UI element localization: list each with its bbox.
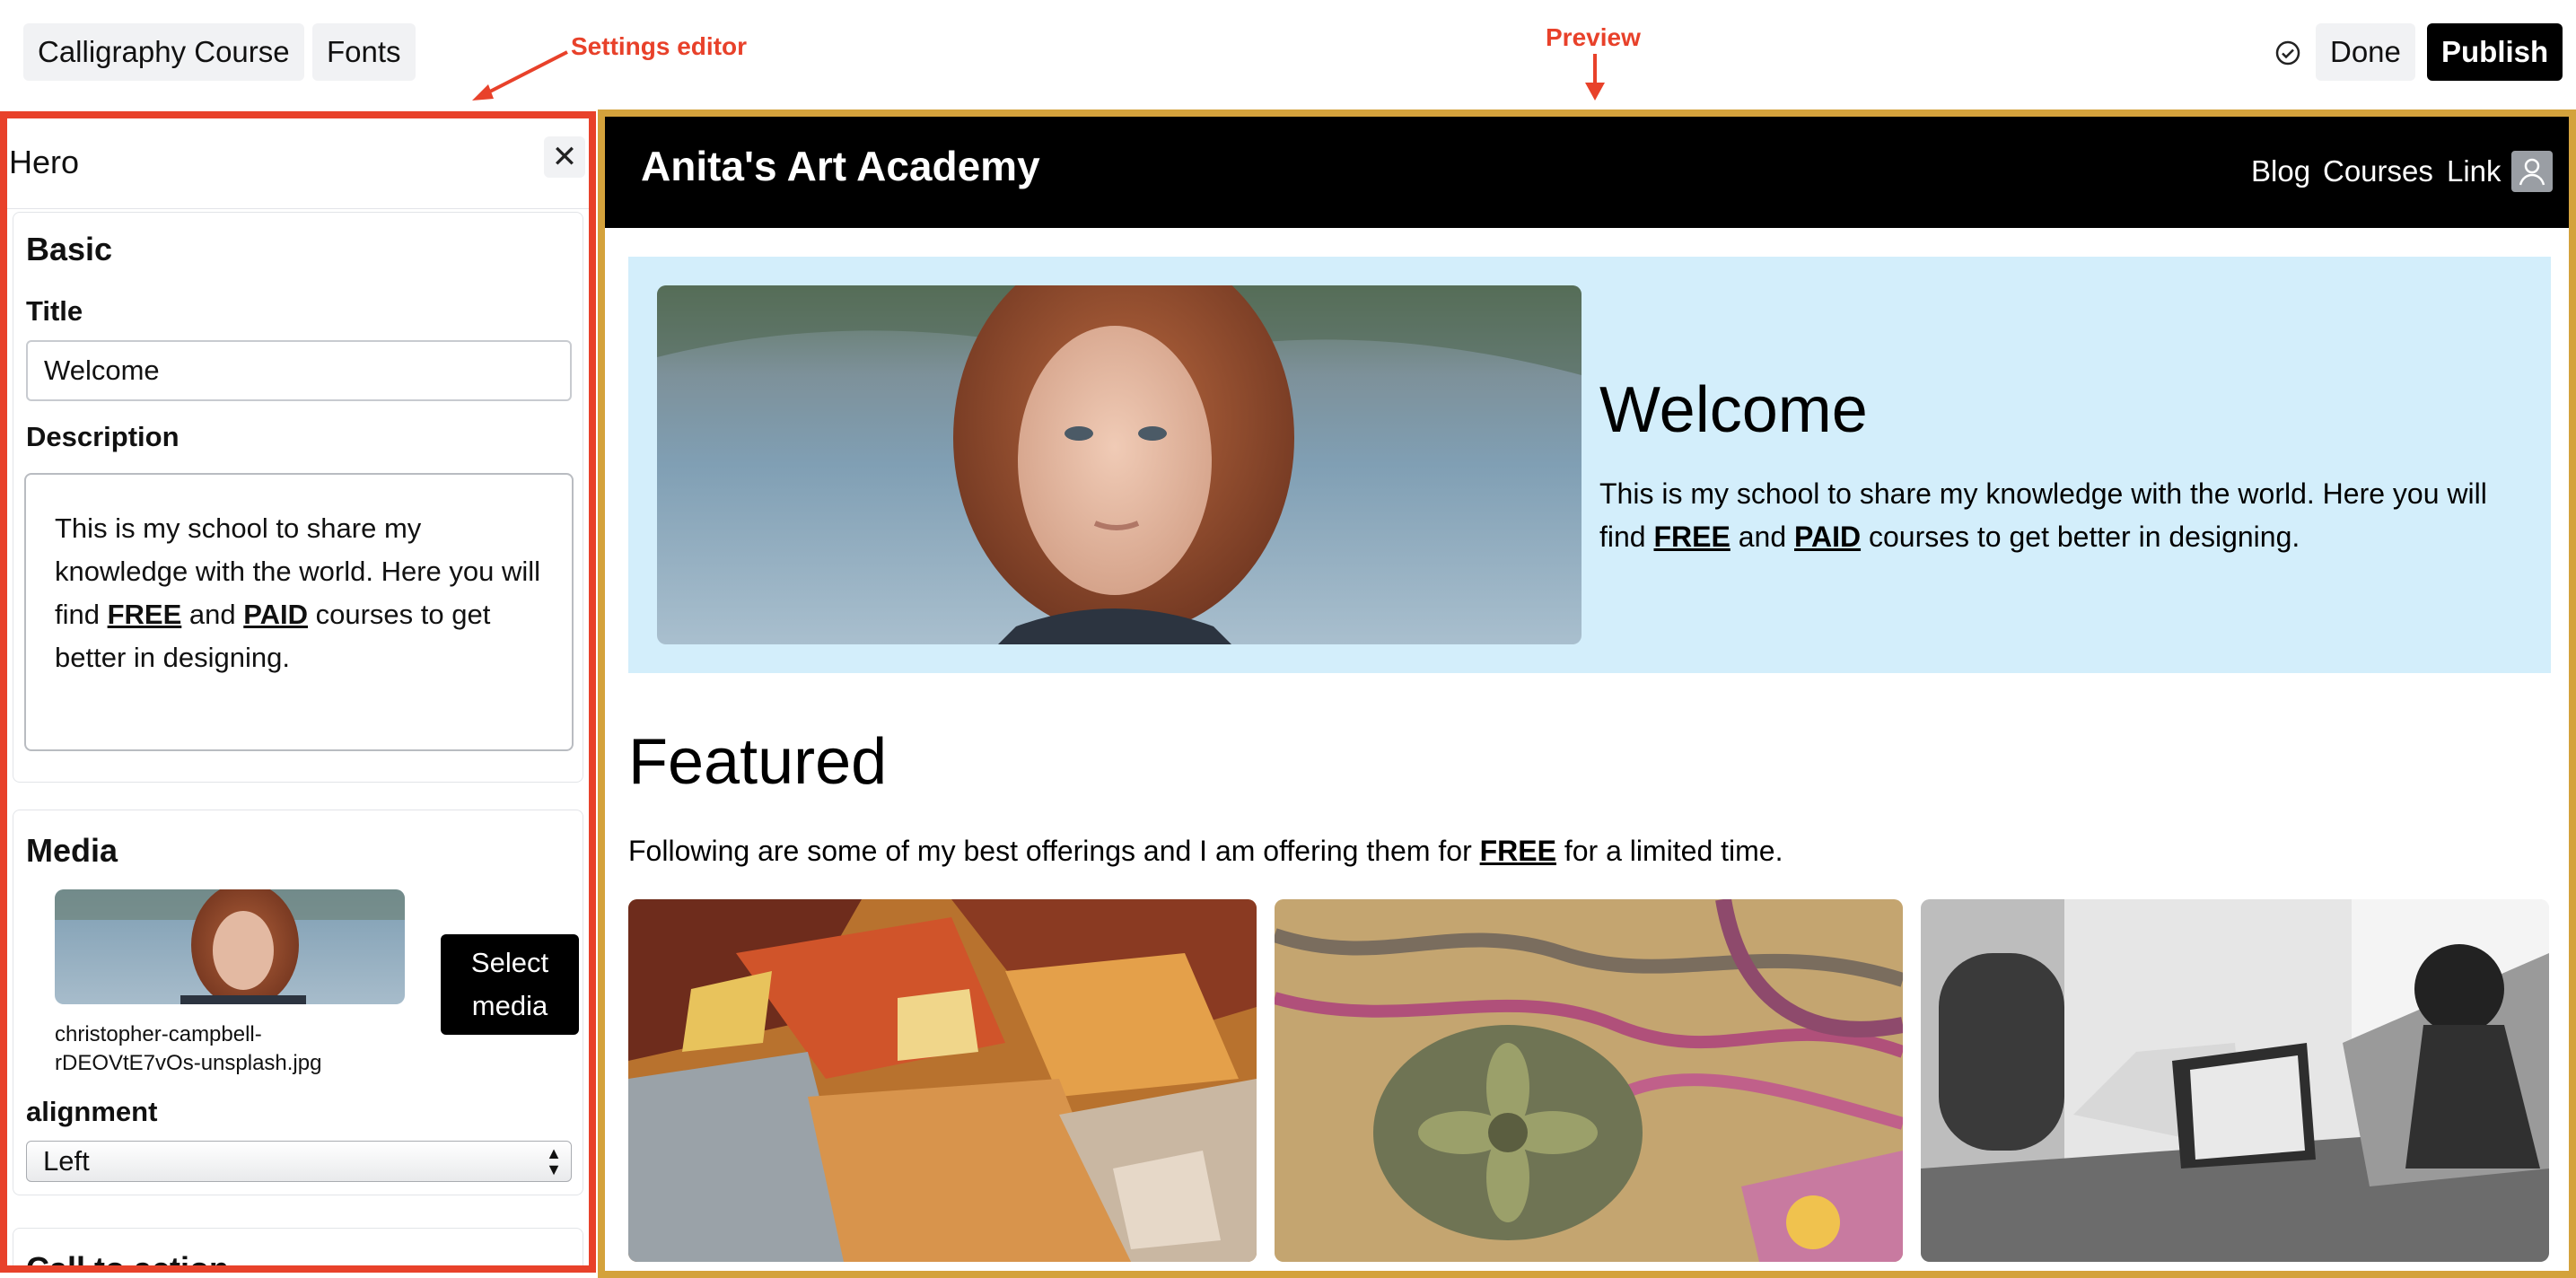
alignment-value: Left: [43, 1145, 90, 1177]
description-label: Description: [26, 421, 180, 452]
annotation-arrow-icon: [472, 50, 568, 101]
title-label: Title: [26, 295, 83, 327]
free-link[interactable]: FREE: [1480, 835, 1556, 867]
nav-link-link[interactable]: Link: [2447, 154, 2502, 188]
basic-heading: Basic: [26, 231, 113, 267]
hero-section: Welcome This is my school to share my kn…: [628, 257, 2551, 673]
settings-editor-annotation: Settings editor: [571, 32, 748, 60]
chevron-updown-icon: ▲ ▼: [546, 1144, 562, 1178]
cta-heading: Call to action: [26, 1250, 230, 1273]
preview-annotation: Preview: [1546, 23, 1641, 51]
select-media-button[interactable]: Select media: [441, 934, 579, 1035]
description-editor[interactable]: This is my school to share my knowledge …: [24, 473, 574, 751]
hero-image: [657, 285, 1582, 644]
paid-link[interactable]: PAID: [1794, 521, 1861, 553]
hero-description: This is my school to share my knowledge …: [1599, 472, 2533, 558]
featured-text: for a limited time.: [1555, 835, 1783, 867]
settings-editor: Hero ✕ Basic Title Welcome Description T…: [0, 111, 596, 1273]
hero-title: Welcome: [1599, 374, 1868, 446]
panel-title: Hero: [9, 144, 80, 180]
media-section: Media Select media christopher-campbell-…: [13, 810, 583, 1195]
annotation-arrow-icon: [1585, 54, 1605, 101]
nav-link-courses[interactable]: Courses: [2323, 154, 2433, 188]
publish-button[interactable]: Publish: [2427, 23, 2563, 81]
free-link[interactable]: FREE: [1653, 521, 1730, 553]
media-heading: Media: [26, 832, 118, 869]
site-brand[interactable]: Anita's Art Academy: [641, 142, 1040, 190]
title-input[interactable]: Welcome: [26, 340, 572, 401]
done-button[interactable]: Done: [2316, 23, 2415, 81]
media-thumbnail: [55, 889, 405, 1004]
divider: [7, 208, 589, 209]
featured-title: Featured: [628, 726, 888, 798]
call-to-action-section[interactable]: Call to action: [13, 1228, 583, 1273]
close-icon[interactable]: ✕: [544, 136, 585, 178]
site-navbar: Anita's Art Academy Blog Courses Link: [605, 117, 2569, 228]
paid-text: PAID: [243, 599, 309, 630]
course-selector-button[interactable]: Calligraphy Course: [23, 23, 304, 81]
basic-section: Basic Title Welcome Description This is …: [13, 212, 583, 783]
user-avatar-icon[interactable]: [2511, 151, 2553, 192]
alignment-label: alignment: [26, 1096, 158, 1127]
hero-text: courses to get better in designing.: [1861, 521, 2300, 553]
course-card-image[interactable]: [628, 899, 1257, 1262]
nav-link-blog[interactable]: Blog: [2251, 154, 2310, 188]
alignment-select[interactable]: Left ▲ ▼: [26, 1141, 572, 1182]
featured-description: Following are some of my best offerings …: [628, 835, 1783, 868]
description-text: and: [181, 599, 244, 630]
course-card-image[interactable]: [1275, 899, 1903, 1262]
free-text: FREE: [107, 599, 182, 630]
preview-frame: Anita's Art Academy Blog Courses Link We…: [598, 109, 2576, 1278]
course-card-image[interactable]: [1921, 899, 2549, 1262]
check-circle-icon: [2274, 39, 2301, 66]
fonts-button[interactable]: Fonts: [312, 23, 416, 81]
featured-text: Following are some of my best offerings …: [628, 835, 1480, 867]
hero-text: and: [1730, 521, 1794, 553]
media-filename: christopher-campbell-rDEOVtE7vOs-unsplas…: [55, 1022, 322, 1075]
